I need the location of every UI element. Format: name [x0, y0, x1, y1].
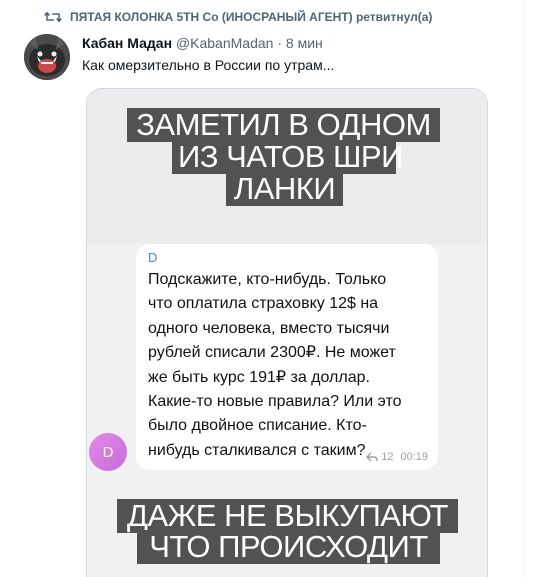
tweet-header: Кабан Мадан @KabanMadan · 8 мин — [82, 35, 323, 51]
caption-line-4: ДАЖЕ НЕ ВЫКУПАЮТ — [117, 499, 458, 533]
caption-line-1: ЗАМЕТИЛ В ОДНОМ — [127, 108, 440, 142]
author-avatar[interactable] — [24, 34, 70, 80]
chat-message-bubble: D Подскажите, кто-нибудь. Только что опл… — [136, 244, 438, 470]
feed-divider — [524, 0, 525, 577]
caption-line-3: ЛАНКИ — [226, 172, 343, 206]
tweet-time[interactable]: 8 мин — [286, 35, 323, 51]
separator: · — [277, 35, 282, 51]
chat-message-line: Какие-то новые правила? Или это — [148, 393, 402, 411]
author-handle[interactable]: @KabanMadan — [176, 35, 274, 51]
chat-sender: D — [148, 250, 158, 265]
retweet-indicator: ПЯТАЯ КОЛОНКА 5TH Co (ИНОСРАНЫЙ АГЕНТ) р… — [44, 10, 432, 24]
chat-message-line: одного человека, вместо тысячи — [148, 319, 390, 337]
caption-line-5: ЧТО ПРОИСХОДИТ — [137, 530, 440, 564]
chat-avatar: D — [89, 433, 127, 471]
retweet-text[interactable]: ПЯТАЯ КОЛОНКА 5TH Co (ИНОСРАНЫЙ АГЕНТ) р… — [70, 10, 432, 24]
tweet-text: Как омерзительно в России по утрам... — [82, 57, 335, 73]
chat-message-line: же быть курс 191₽ за доллар. — [148, 368, 370, 386]
message-time: 00:19 — [400, 451, 428, 463]
author-name[interactable]: Кабан Мадан — [82, 35, 172, 51]
chat-message-line: рублей списали 2300₽. Не может — [148, 344, 396, 362]
chat-message-line: было двойное списание. Кто- — [148, 417, 367, 435]
reply-count: 12 — [381, 451, 394, 463]
chat-message-meta: 12 00:19 — [366, 451, 428, 463]
chat-message-line: что оплатила страховку 12$ на — [148, 295, 379, 313]
reply-arrow-icon — [366, 452, 378, 462]
boar-face-icon — [24, 34, 70, 80]
retweet-icon — [44, 12, 62, 22]
caption-line-2: ИЗ ЧАТОВ ШРИ — [172, 140, 403, 174]
chat-avatar-letter: D — [102, 443, 114, 461]
chat-message-line: Подскажите, кто-нибудь. Только — [148, 271, 387, 288]
